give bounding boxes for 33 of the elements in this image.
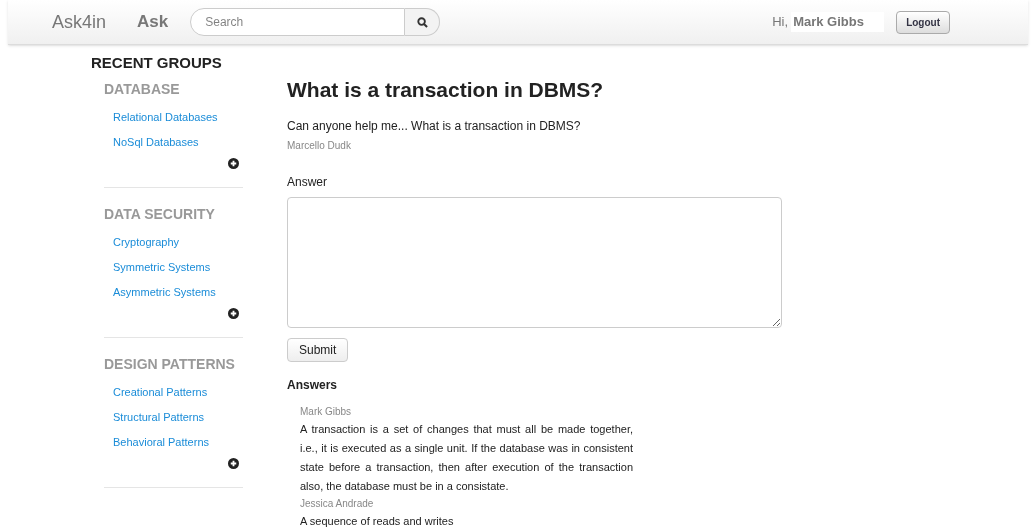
nav-link[interactable]: Ask [137,9,169,35]
group-link[interactable]: Asymmetric Systems [113,286,216,298]
search-button[interactable] [405,8,441,36]
sidebar-title: RECENT GROUPS [91,53,223,73]
logout-button[interactable]: Logout [896,10,950,34]
group-link[interactable]: Behavioral Patterns [113,436,209,448]
group-heading: DESIGN PATTERNS [104,355,236,374]
author-name: Marcello Dudk [287,139,352,153]
question-title: What is a transaction in DBMS? [287,77,605,103]
group-heading: DATA SECURITY [104,205,216,224]
question-text: Can anyone help me... What is a transaction in DBMS? [287,118,582,135]
group-heading: DATABASE [104,80,181,99]
search-field[interactable]: Search [190,8,406,36]
group-link[interactable]: Cryptography [113,236,180,248]
section-heading: Answers [287,377,339,394]
add-icon[interactable] [228,308,239,319]
search-icon [416,16,428,28]
group-link[interactable]: NoSql Databases [113,136,199,148]
add-icon[interactable] [228,158,239,169]
greeting-text: Hi, [772,13,789,32]
group-link[interactable]: Creational Patterns [113,386,208,398]
author-name: Jessica Andrade [300,497,375,511]
group-link[interactable]: Relational Databases [113,111,218,123]
answer-text: A sequence of reads and writes [300,514,455,528]
author-name: Mark Gibbs [300,405,353,419]
add-icon[interactable] [228,458,239,469]
submit-button[interactable]: Submit [287,338,349,362]
group-link[interactable]: Symmetric Systems [113,261,211,273]
answer-text: A transaction is a set of changes that must all be made together, i.e., it is executed as a single unit. If the database was in consistent state before a transaction, then after execution of the transaction also, the database must be in a consistate. [300,422,633,494]
field-label: Answer [287,174,328,191]
user-name: Mark Gibbs [791,12,885,32]
brand-link[interactable]: Ask4in [52,8,107,36]
group-link[interactable]: Structural Patterns [113,411,205,423]
